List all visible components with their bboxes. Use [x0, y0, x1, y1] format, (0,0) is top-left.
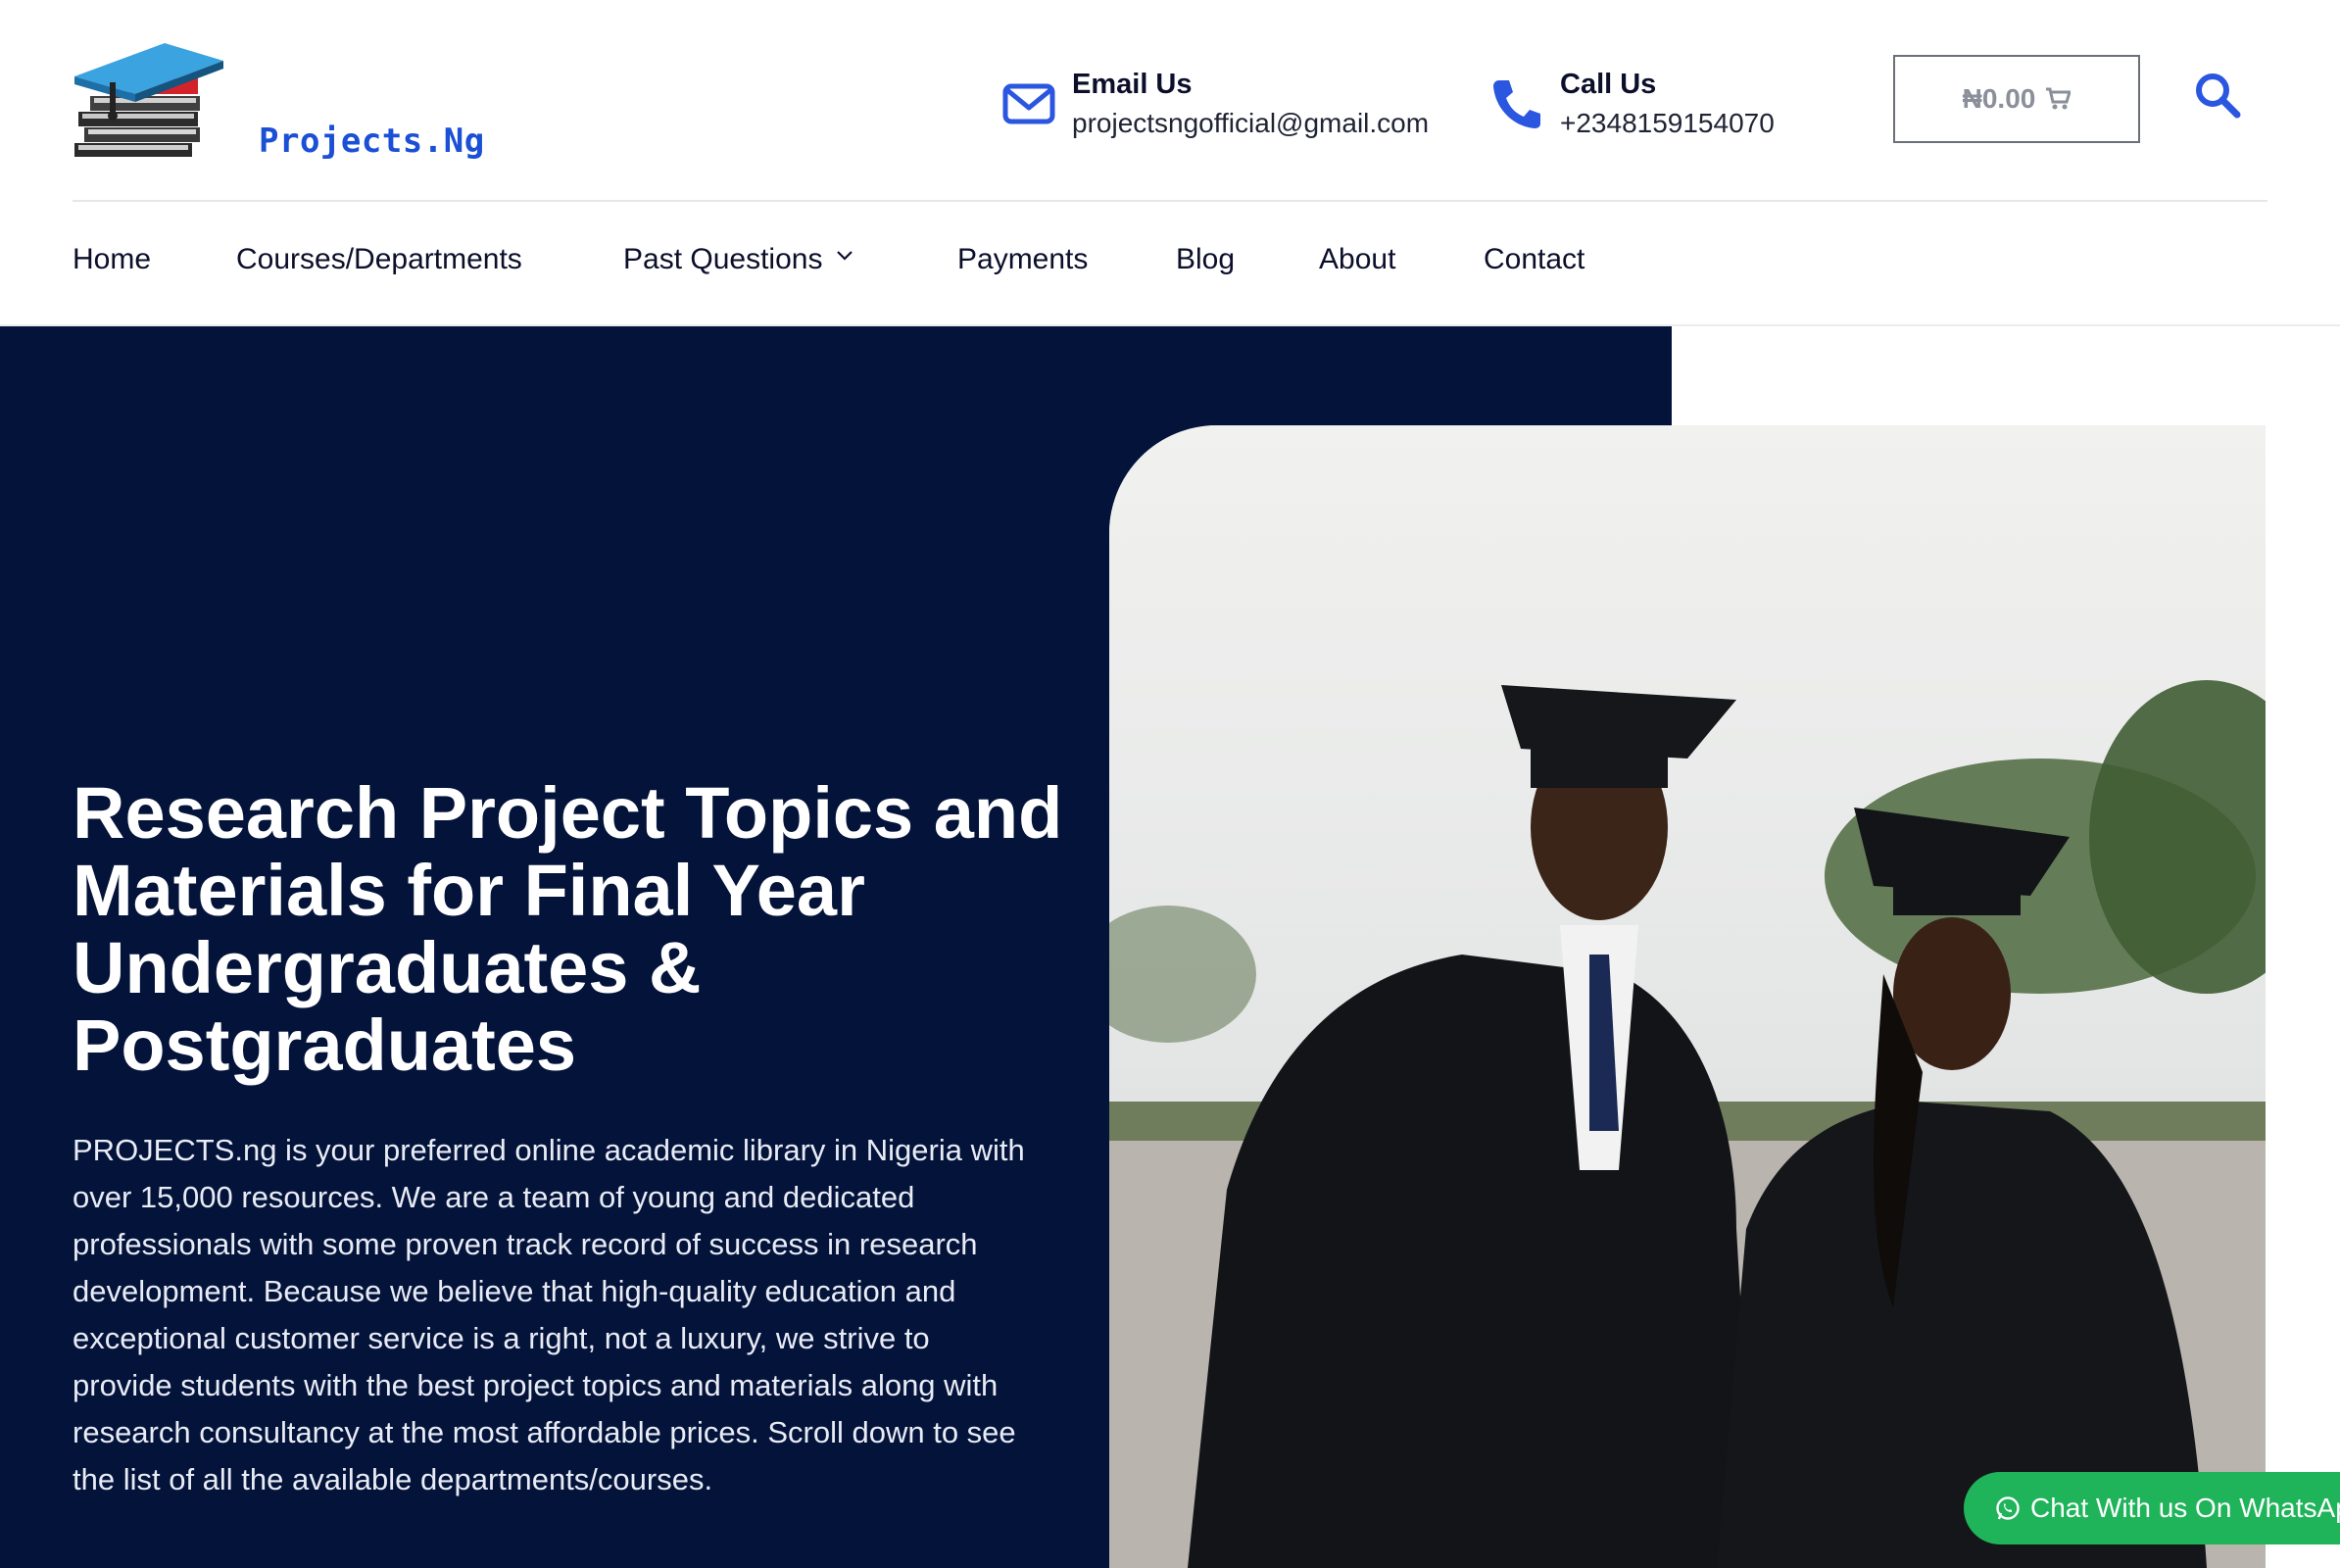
graduates-image: [1109, 425, 2266, 1568]
email-address[interactable]: projectsngofficial@gmail.com: [1072, 108, 1429, 139]
whatsapp-chat-button[interactable]: Chat With us On WhatsApp: [1964, 1472, 2340, 1544]
email-contact[interactable]: Email Us projectsngofficial@gmail.com: [1001, 67, 1433, 145]
hero-description: PROJECTS.ng is your preferred online aca…: [73, 1133, 1025, 1496]
nav-item-payments[interactable]: Payments: [957, 243, 1088, 276]
nav-item-past-questions-label: Past Questions: [623, 243, 823, 275]
site-logo[interactable]: Projects.Ng: [71, 33, 484, 167]
logo-text: Projects.Ng: [259, 122, 485, 161]
nav-item-past-questions[interactable]: Past Questions: [623, 243, 853, 276]
main-nav: Home Courses/Departments Past Questions …: [0, 202, 2340, 326]
chevron-down-icon: [837, 251, 853, 261]
search-icon[interactable]: [2193, 71, 2242, 120]
nav-item-blog[interactable]: Blog: [1176, 243, 1235, 276]
cart-amount: ₦0.00: [1962, 83, 2036, 114]
whatsapp-icon: [1996, 1496, 2020, 1520]
hero-title: Research Project Topics and Materials fo…: [73, 772, 1063, 1086]
envelope-icon: [1002, 83, 1055, 124]
nav-item-contact[interactable]: Contact: [1484, 243, 1584, 276]
nav-item-home[interactable]: Home: [73, 243, 151, 276]
phone-icon: [1493, 80, 1540, 128]
site-header: Projects.Ng Email Us projectsngofficial@…: [0, 0, 2340, 200]
email-label: Email Us: [1072, 69, 1193, 100]
cart-icon: [2046, 87, 2072, 110]
phone-label: Call Us: [1560, 69, 1657, 100]
graduates-photo: [1109, 425, 2266, 1568]
nav-item-courses-departments[interactable]: Courses/Departments: [236, 243, 522, 276]
whatsapp-chat-label: Chat With us On WhatsApp: [2030, 1493, 2340, 1523]
phone-number[interactable]: +2348159154070: [1560, 108, 1775, 139]
phone-contact[interactable]: Call Us +2348159154070: [1489, 67, 1803, 145]
nav-item-about[interactable]: About: [1319, 243, 1395, 276]
cart-button[interactable]: ₦0.00: [1893, 55, 2140, 143]
